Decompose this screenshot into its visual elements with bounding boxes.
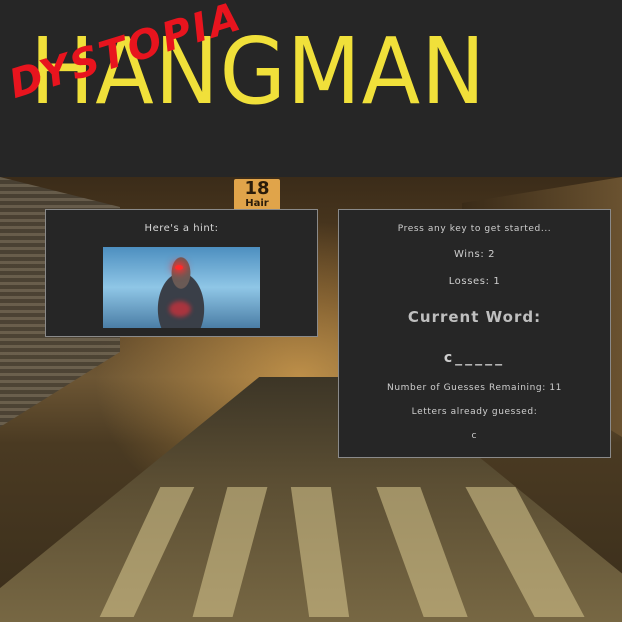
hint-label: Here's a hint: <box>144 223 219 234</box>
hint-panel: Here's a hint: <box>45 209 318 337</box>
glowing-eye <box>175 265 183 270</box>
hint-character-figure <box>145 253 217 328</box>
losses-counter: Losses: 1 <box>448 276 501 287</box>
letters-guessed: c <box>471 431 478 441</box>
start-prompt: Press any key to get started... <box>397 224 552 234</box>
wins-counter: Wins: 2 <box>453 249 496 260</box>
letters-guessed-label: Letters already guessed: <box>411 407 538 417</box>
page-header: HANGMAN DYSTOPIA <box>0 0 622 177</box>
game-panel: Press any key to get started... Wins: 2 … <box>338 209 611 458</box>
current-word: c_____ <box>443 350 506 366</box>
hint-image <box>103 247 260 328</box>
glowing-chest <box>169 301 191 317</box>
current-word-label: Current Word: <box>407 308 542 326</box>
street-sign-text: Hair <box>245 198 269 209</box>
guesses-remaining: Number of Guesses Remaining: 11 <box>387 383 562 393</box>
street-sign-number: 18 <box>244 178 270 199</box>
street-sign: 18 Hair <box>234 179 280 213</box>
